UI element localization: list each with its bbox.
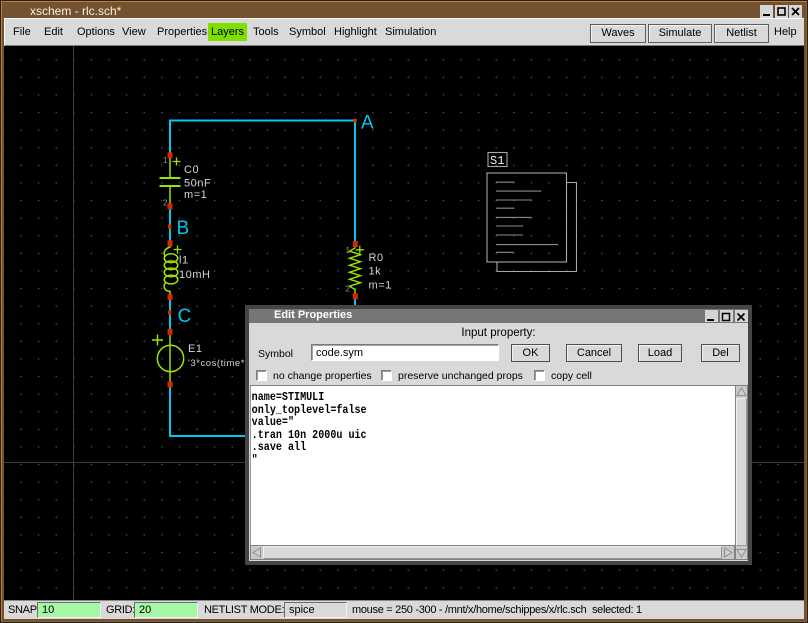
svg-text:2: 2 xyxy=(163,199,168,208)
svg-text:50nF: 50nF xyxy=(184,178,211,190)
svg-text:1k: 1k xyxy=(369,266,382,278)
svg-text:1: 1 xyxy=(163,156,168,165)
svg-text:2: 2 xyxy=(346,285,351,294)
svg-text:B: B xyxy=(177,218,190,239)
svg-text:C0: C0 xyxy=(184,164,199,176)
svg-text:A: A xyxy=(361,113,374,134)
svg-text:l1: l1 xyxy=(179,255,189,267)
svg-text:R0: R0 xyxy=(369,252,384,264)
svg-text:C: C xyxy=(178,306,192,327)
svg-text:E1: E1 xyxy=(188,343,203,355)
svg-text:1: 1 xyxy=(346,246,351,255)
svg-text:m=1: m=1 xyxy=(184,189,207,201)
svg-text:S1: S1 xyxy=(490,154,504,168)
svg-text:m=1: m=1 xyxy=(369,280,392,292)
svg-text:'3*cos(time*ti: '3*cos(time*ti xyxy=(188,358,251,369)
svg-text:10mH: 10mH xyxy=(179,269,211,281)
